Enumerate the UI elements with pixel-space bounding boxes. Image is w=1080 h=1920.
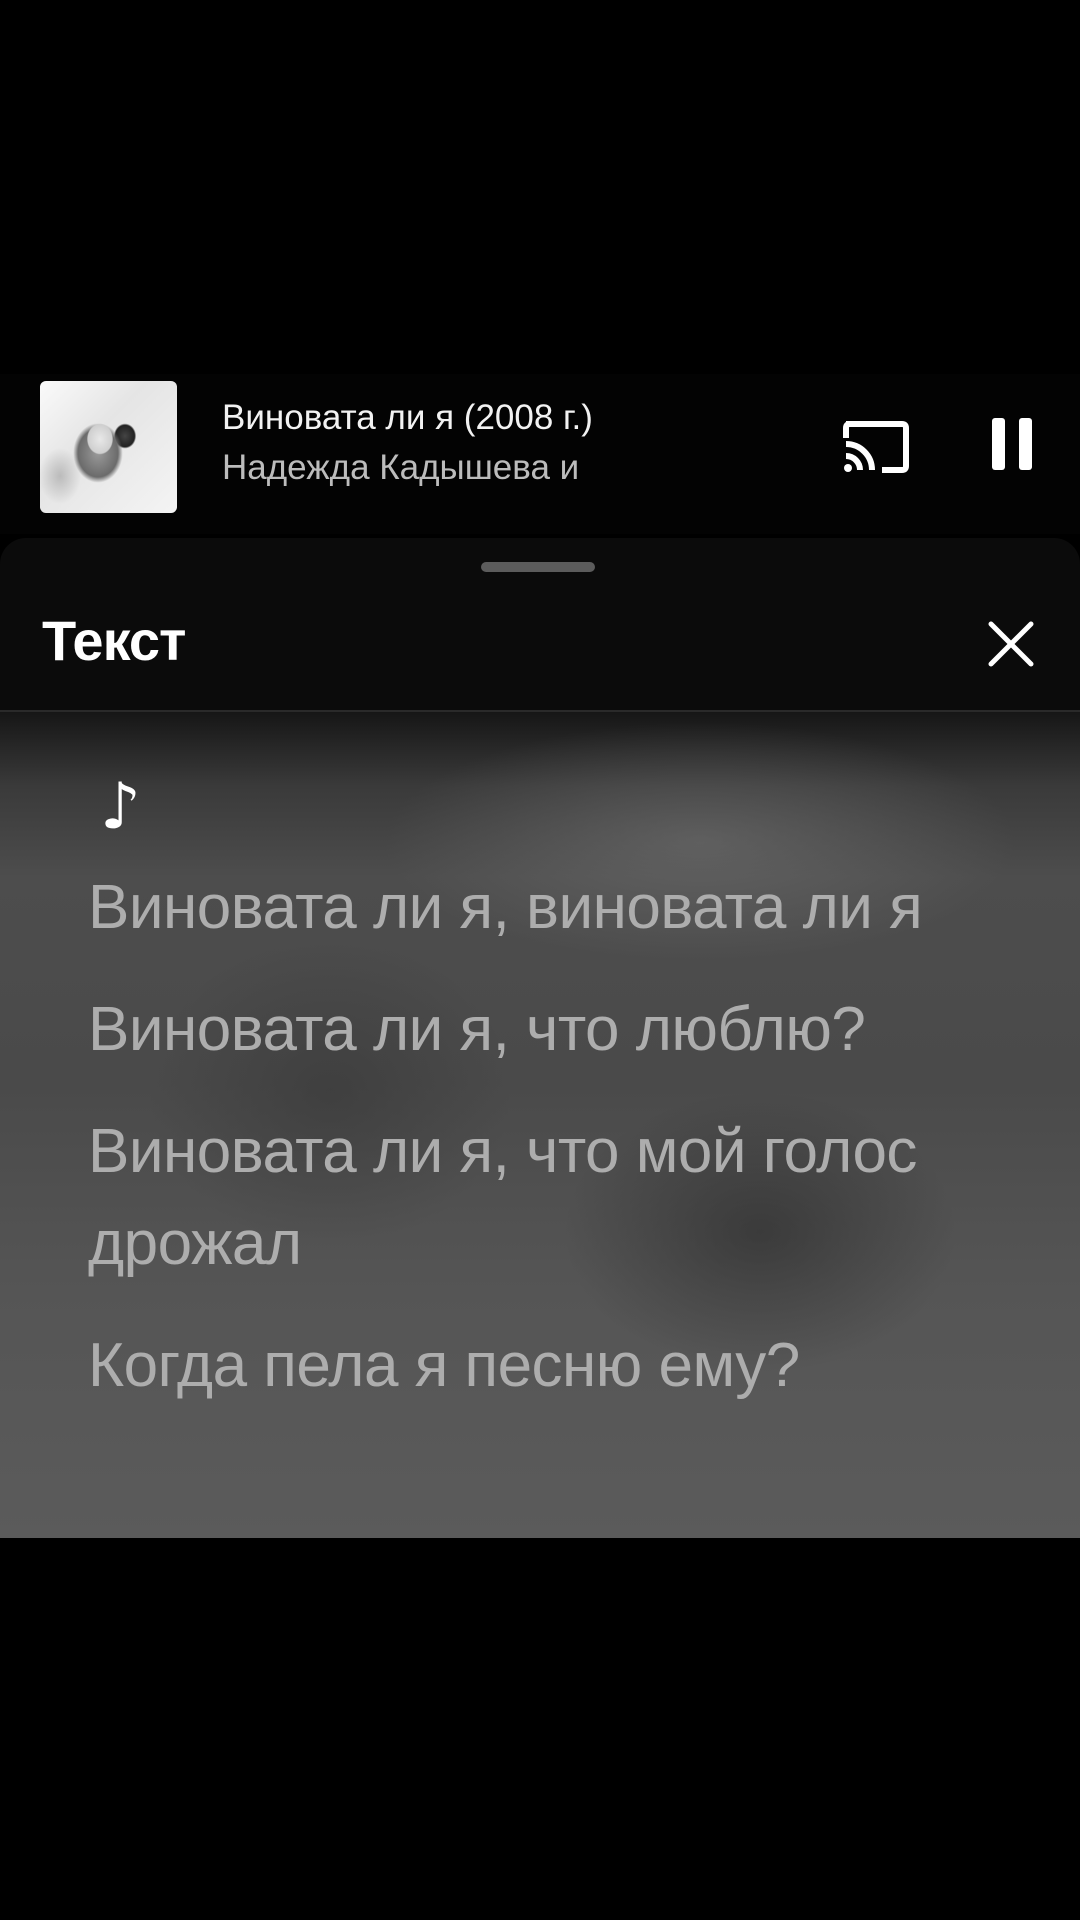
lyric-line[interactable]: Виновата ли я, что мой голос дрожал [88, 1106, 1008, 1290]
cast-button[interactable] [840, 414, 912, 478]
pause-icon [992, 418, 1032, 470]
mini-player[interactable]: Виновата ли я (2008 г.) Надежда Кадышева… [0, 374, 1080, 534]
close-icon [988, 621, 1034, 667]
lyrics-sheet: Текст ♪ Виновата ли я, виновата ли я Вин… [0, 538, 1080, 1538]
lyric-line[interactable]: Виновата ли я, виновата ли я [88, 862, 1008, 954]
album-art[interactable] [40, 381, 177, 513]
pause-button[interactable] [980, 412, 1044, 476]
lyrics-title: Текст [42, 609, 186, 672]
lyric-line[interactable]: Виновата ли я, что люблю? [88, 984, 1008, 1076]
close-button[interactable] [985, 618, 1037, 670]
music-note-icon: ♪ [100, 770, 141, 844]
lyrics-list: Виновата ли я, виновата ли я Виновата ли… [88, 862, 1008, 1442]
drag-handle[interactable] [481, 562, 595, 572]
cast-icon [843, 421, 909, 473]
lyrics-area[interactable]: ♪ Виновата ли я, виновата ли я Виновата … [0, 712, 1080, 1538]
track-title: Виновата ли я (2008 г.) [222, 398, 593, 437]
lyric-line[interactable]: Когда пела я песню ему? [88, 1320, 1008, 1412]
lyrics-header: Текст [0, 538, 1080, 712]
track-artist: Надежда Кадышева и [222, 448, 580, 487]
